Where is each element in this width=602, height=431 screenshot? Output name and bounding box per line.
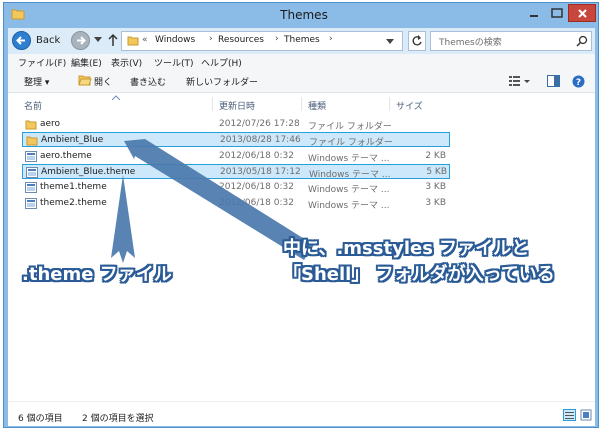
menu-tools[interactable]: ツール(T)	[154, 56, 194, 69]
column-header-size[interactable]: サイズ	[396, 99, 423, 112]
maximize-button[interactable]	[546, 4, 568, 22]
back-arrow-icon	[12, 31, 31, 50]
breadcrumb-windows[interactable]: Windows	[155, 35, 195, 45]
file-type: ファイル フォルダー	[308, 122, 392, 132]
selected-count: 2 個の項目を選択	[82, 414, 154, 424]
menu-view[interactable]: 表示(V)	[111, 56, 142, 69]
file-size: 3 KB	[425, 182, 446, 192]
breadcrumb-separator: ›	[209, 34, 213, 44]
file-name: aero	[40, 119, 61, 129]
column-header-name[interactable]: 名前	[24, 99, 42, 112]
hidden-path-chevron[interactable]: «	[142, 35, 148, 45]
back-button[interactable]: Back	[12, 31, 66, 51]
column-header-type[interactable]: 種類	[308, 99, 326, 112]
theme-file-icon	[25, 198, 37, 212]
file-type: Windows テーマ ...	[309, 170, 391, 180]
theme-file-icon	[25, 182, 37, 196]
search-box[interactable]: Themesの検索	[430, 31, 592, 51]
menu-file[interactable]: ファイル(F)	[18, 56, 66, 69]
explorer-window: Themes Back « Windows › Resources › Them…	[3, 2, 599, 428]
folder-icon	[25, 119, 37, 133]
annotation-folder-contents-line2: 「Shell」 フォルダが入っている	[283, 264, 555, 285]
file-row-theme2[interactable]: theme2.theme 2012/06/18 0:32 Windows テーマ…	[22, 196, 450, 211]
open-icon	[78, 74, 92, 89]
file-row-ambient-blue-folder[interactable]: Ambient_Blue 2013/08/28 17:46 ファイル フォルダー	[22, 132, 450, 149]
minimize-button[interactable]	[522, 4, 546, 22]
refresh-button[interactable]	[408, 31, 426, 51]
file-type: Windows テーマ ...	[308, 201, 390, 211]
recent-locations-dropdown-icon[interactable]	[94, 36, 102, 46]
menu-edit[interactable]: 編集(E)	[71, 56, 102, 69]
navigation-bar: Back « Windows › Resources › Themes › Th…	[8, 28, 595, 54]
file-type: ファイル フォルダー	[309, 138, 393, 148]
item-count: 6 個の項目	[18, 414, 63, 424]
column-header-date[interactable]: 更新日時	[219, 99, 255, 112]
folder-icon	[127, 35, 139, 49]
up-arrow-icon[interactable]	[108, 33, 118, 50]
new-folder-button[interactable]: 新しいフォルダー	[186, 75, 258, 88]
svg-text:?: ?	[576, 78, 581, 88]
theme-file-icon	[25, 151, 37, 165]
column-divider[interactable]	[301, 97, 302, 111]
address-bar[interactable]: « Windows › Resources › Themes ›	[121, 31, 403, 51]
forward-button[interactable]	[71, 31, 90, 50]
file-type: Windows テーマ ...	[308, 154, 390, 164]
file-row-aero-theme[interactable]: aero.theme 2012/06/18 0:32 Windows テーマ .…	[22, 149, 450, 164]
search-placeholder: Themesの検索	[439, 38, 502, 48]
file-date: 2012/07/26 17:28	[219, 119, 300, 129]
view-options-icon[interactable]	[509, 75, 531, 90]
address-dropdown-icon[interactable]	[386, 38, 394, 48]
file-date: 2013/05/18 17:12	[220, 167, 301, 177]
breadcrumb-resources[interactable]: Resources	[218, 35, 264, 45]
column-divider[interactable]	[389, 97, 390, 111]
title-bar[interactable]: Themes	[4, 3, 598, 29]
menu-bar: ファイル(F) 編集(E) 表示(V) ツール(T) ヘルプ(H)	[8, 54, 595, 70]
preview-pane-icon[interactable]	[547, 75, 560, 90]
file-size: 5 KB	[426, 167, 447, 177]
open-button[interactable]: 開く	[94, 75, 112, 88]
file-row-ambient-blue-theme[interactable]: Ambient_Blue.theme 2013/05/18 17:12 Wind…	[22, 164, 450, 181]
file-name: aero.theme	[40, 151, 92, 161]
sort-ascending-icon	[111, 93, 121, 103]
annotation-theme-file: .theme ファイル	[22, 264, 172, 285]
file-date: 2012/06/18 0:32	[219, 198, 294, 208]
menu-help[interactable]: ヘルプ(H)	[201, 56, 242, 69]
help-icon[interactable]: ?	[572, 75, 585, 91]
file-size: 2 KB	[425, 151, 446, 161]
file-row-theme1[interactable]: theme1.theme 2012/06/18 0:32 Windows テーマ…	[22, 180, 450, 195]
theme-file-icon	[26, 167, 38, 181]
refresh-icon	[412, 35, 422, 46]
file-type: Windows テーマ ...	[308, 185, 390, 195]
file-name: theme1.theme	[40, 182, 107, 192]
file-name: theme2.theme	[40, 198, 107, 208]
file-name: Ambient_Blue	[41, 135, 104, 145]
column-divider[interactable]	[212, 97, 213, 111]
large-icons-view-icon[interactable]	[580, 409, 592, 424]
breadcrumb-separator: ›	[275, 34, 279, 44]
folder-icon	[26, 135, 38, 149]
status-bar: 6 個の項目 2 個の項目を選択	[8, 401, 595, 426]
file-name: Ambient_Blue.theme	[41, 167, 136, 177]
file-date: 2012/06/18 0:32	[219, 151, 294, 161]
burn-button[interactable]: 書き込む	[130, 75, 166, 88]
search-icon[interactable]	[576, 35, 588, 50]
file-date: 2013/08/28 17:46	[220, 135, 301, 145]
file-row-aero-folder[interactable]: aero 2012/07/26 17:28 ファイル フォルダー	[22, 117, 450, 132]
details-view-icon[interactable]	[563, 409, 576, 424]
file-list-pane: 名前 更新日時 種類 サイズ aero 2012/07/26 17:28 ファイ…	[8, 93, 595, 401]
back-button-label: Back	[36, 35, 61, 46]
breadcrumb-separator: ›	[329, 34, 333, 44]
close-button[interactable]	[568, 4, 596, 22]
annotation-folder-contents-line1: 中に、.msstyles ファイルと	[283, 238, 530, 259]
file-size: 3 KB	[425, 198, 446, 208]
command-bar: 整理 ▾ 開く 書き込む 新しいフォルダー ?	[8, 70, 595, 93]
organize-button[interactable]: 整理 ▾	[24, 75, 49, 88]
folder-icon	[11, 8, 25, 20]
breadcrumb-themes[interactable]: Themes	[284, 35, 320, 45]
file-date: 2012/06/18 0:32	[219, 182, 294, 192]
window-title: Themes	[280, 8, 328, 22]
